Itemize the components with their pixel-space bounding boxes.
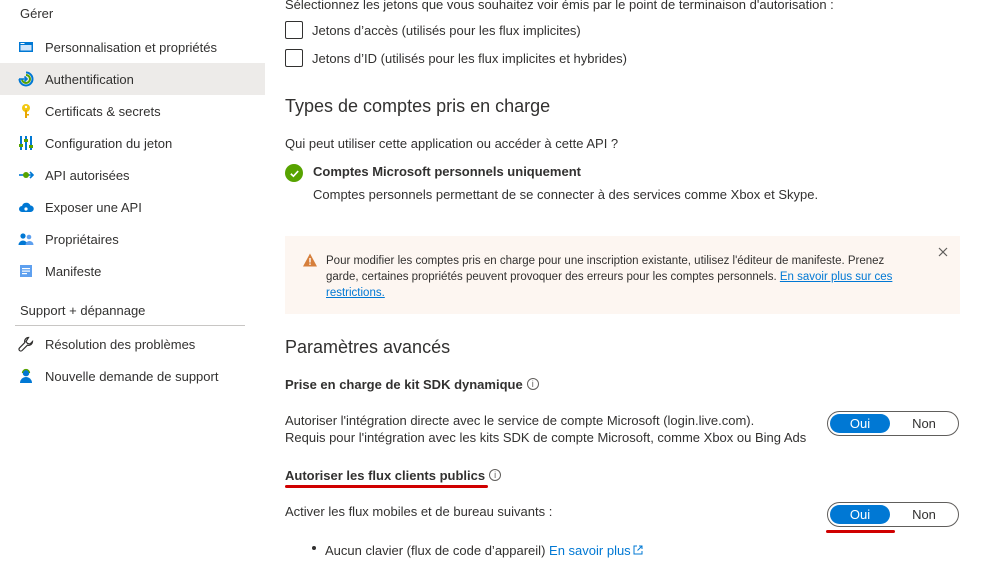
red-annotation-underline (285, 485, 488, 488)
dynamic-sdk-desc-2: Requis pour l'intégration avec les kits … (285, 430, 807, 445)
sidebar-item-label: Certificats & secrets (45, 103, 161, 119)
selected-account-type-title: Comptes Microsoft personnels uniquement (313, 164, 581, 179)
sidebar-item-label: Manifeste (45, 263, 102, 279)
support-person-icon (18, 368, 34, 384)
owners-icon (18, 231, 34, 247)
sidebar-item-troubleshooting[interactable]: Résolution des problèmes (0, 328, 265, 360)
id-tokens-label: Jetons d’ID (utilisés pour les flux impl… (312, 50, 628, 66)
dynamic-sdk-no-option[interactable]: Non (890, 412, 958, 435)
info-icon[interactable]: i (526, 378, 539, 390)
info-icon[interactable]: i (489, 469, 502, 481)
sidebar-item-certificates[interactable]: Certificats & secrets (0, 95, 265, 127)
access-tokens-label: Jetons d’accès (utilisés pour les flux i… (312, 22, 581, 38)
main-content: Sélectionnez les jetons que vous souhait… (285, 0, 975, 573)
warning-message: Pour modifier les comptes pris en charge… (326, 253, 916, 301)
account-types-heading: Types de comptes pris en charge (285, 96, 551, 116)
dynamic-sdk-title: Prise en charge de kit SDK dynamique i (285, 377, 539, 392)
sidebar-section-manage-title: Gérer (20, 6, 54, 21)
sidebar-item-label: API autorisées (45, 167, 130, 183)
sidebar-item-api-permissions[interactable]: API autorisées (0, 159, 265, 191)
selected-account-type-desc: Comptes personnels permettant de se conn… (313, 187, 819, 202)
sidebar-item-branding[interactable]: Personnalisation et propriétés (0, 31, 265, 63)
id-tokens-row: Jetons d’ID (utilisés pour les flux impl… (285, 48, 627, 68)
sidebar-item-owners[interactable]: Propriétaires (0, 223, 265, 255)
dynamic-sdk-yes-option[interactable]: Oui (830, 414, 890, 433)
dynamic-sdk-toggle[interactable]: Oui Non (827, 411, 959, 436)
sidebar-item-token-config[interactable]: Configuration du jeton (0, 127, 265, 159)
sidebar-item-label: Configuration du jeton (45, 135, 173, 151)
public-client-flows-title-text: Autoriser les flux clients publics (285, 468, 486, 483)
external-link-icon (633, 545, 643, 555)
sidebar-item-label: Authentification (45, 71, 134, 87)
tokens-intro-text: Sélectionnez les jetons que vous souhait… (285, 0, 834, 12)
public-client-flows-yes-option[interactable]: Oui (830, 505, 890, 524)
cloud-icon (18, 199, 34, 215)
device-code-flow-text: Aucun clavier (flux de code d’appareil) (325, 543, 546, 558)
access-tokens-checkbox[interactable] (285, 21, 303, 39)
account-types-question: Qui peut utiliser cette application ou a… (285, 136, 619, 151)
sidebar-divider (15, 325, 245, 326)
advanced-settings-heading: Paramètres avancés (285, 337, 451, 357)
bullet-dot (312, 546, 316, 550)
public-client-flows-title: Autoriser les flux clients publics i (285, 468, 502, 483)
dynamic-sdk-desc-1: Autoriser l'intégration directe avec le … (285, 413, 755, 428)
close-icon[interactable] (937, 246, 949, 258)
device-code-learn-more-text: En savoir plus (549, 543, 631, 558)
branding-icon (18, 39, 34, 55)
red-annotation-underline (826, 530, 895, 533)
device-code-learn-more-link[interactable]: En savoir plus (549, 543, 644, 558)
key-icon (18, 103, 34, 119)
sidebar-item-new-support-request[interactable]: Nouvelle demande de support (0, 360, 265, 392)
public-client-flows-no-option[interactable]: Non (890, 503, 958, 526)
id-tokens-checkbox[interactable] (285, 49, 303, 67)
sidebar-item-authentication[interactable]: Authentification (0, 63, 265, 95)
sidebar-item-manifest[interactable]: Manifeste (0, 255, 265, 287)
api-permissions-icon (18, 167, 34, 183)
warning-banner: Pour modifier les comptes pris en charge… (285, 236, 960, 314)
warning-icon (303, 253, 317, 267)
public-client-flows-toggle[interactable]: Oui Non (827, 502, 959, 527)
sidebar-section-support-title: Support + dépannage (20, 303, 146, 318)
sidebar-item-label: Nouvelle demande de support (45, 368, 219, 384)
sidebar-nav: Gérer Personnalisation et propriétés Aut… (0, 0, 265, 573)
sidebar-item-label: Personnalisation et propriétés (45, 39, 217, 55)
sidebar-item-label: Exposer une API (45, 199, 142, 215)
checkmark-icon (285, 164, 303, 182)
sidebar-item-label: Résolution des problèmes (45, 336, 196, 352)
sidebar-item-expose-api[interactable]: Exposer une API (0, 191, 265, 223)
public-client-flows-desc: Activer les flux mobiles et de bureau su… (285, 504, 553, 519)
authentication-icon (18, 71, 34, 87)
device-code-flow-item: Aucun clavier (flux de code d’appareil) … (325, 543, 644, 558)
wrench-icon (18, 336, 34, 352)
access-tokens-row: Jetons d’accès (utilisés pour les flux i… (285, 20, 581, 40)
token-config-icon (18, 135, 34, 151)
dynamic-sdk-title-text: Prise en charge de kit SDK dynamique (285, 377, 523, 392)
sidebar-item-label: Propriétaires (45, 231, 119, 247)
manifest-icon (18, 263, 34, 279)
